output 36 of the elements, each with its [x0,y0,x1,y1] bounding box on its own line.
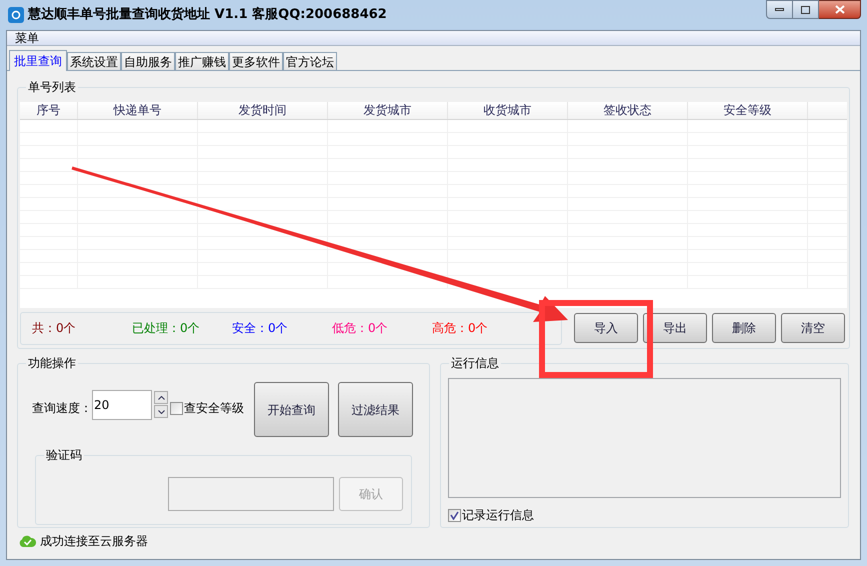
speed-input[interactable]: 20 [92,390,152,420]
tab[interactable]: 自助服务 [121,52,175,70]
stat-count: 已处理：0个 [131,320,201,337]
checkbox-label: 记录运行信息 [462,507,534,524]
checkbox-label: 查安全等级 [184,400,244,417]
stat-count: 共：0个 [31,320,77,337]
column-header[interactable]: 序号 [20,102,78,119]
list-action-button[interactable]: 清空 [781,313,845,343]
list-action-button[interactable]: 导出 [643,313,707,343]
status-text: 成功连接至云服务器 [40,533,148,550]
window-title: 慧达顺丰单号批量查询收货地址 V1.1 客服QQ:200688462 [28,6,387,24]
group-title: 验证码 [44,447,84,463]
tab[interactable]: 更多软件 [229,52,283,70]
group-title: 功能操作 [26,355,78,371]
group-title: 运行信息 [449,355,501,371]
column-header[interactable]: 安全等级 [688,102,808,119]
column-header[interactable]: 签收状态 [568,102,688,119]
tab[interactable]: 批里查询 [9,50,67,71]
action-button[interactable]: 开始查询 [254,382,329,437]
tab[interactable]: 系统设置 [67,52,121,70]
speed-label: 查询速度： [32,400,92,417]
stat-count: 高危：0个 [431,320,489,337]
column-header[interactable]: 发货时间 [198,102,328,119]
list-action-button[interactable]: 删除 [712,313,776,343]
group-title: 单号列表 [26,79,78,95]
stat-count: 安全：0个 [231,320,289,337]
list-action-button[interactable]: 导入 [574,313,638,343]
tab[interactable]: 官方论坛 [283,52,337,70]
action-button[interactable]: 过滤结果 [338,382,413,437]
menu-item[interactable]: 菜单 [7,31,47,45]
column-header[interactable]: 收货城市 [448,102,568,119]
tab[interactable]: 推广赚钱 [175,52,229,70]
column-header[interactable]: 快递单号 [78,102,198,119]
confirm-button: 确认 [339,477,403,511]
stat-count: 低危：0个 [331,320,389,337]
column-header[interactable]: 发货城市 [328,102,448,119]
